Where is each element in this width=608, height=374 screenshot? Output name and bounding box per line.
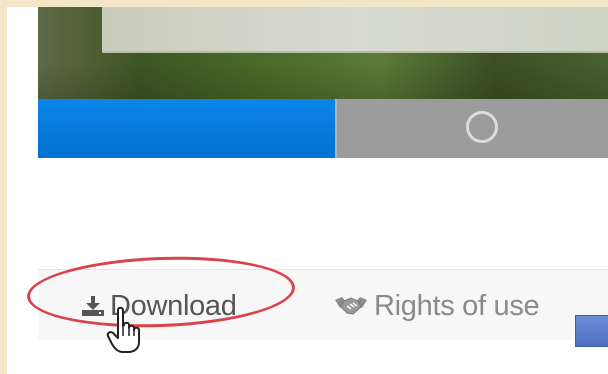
progress-fill [38,99,335,158]
hand-pointer-cursor [106,306,140,353]
image-preview-content [102,7,608,53]
left-margin [7,7,38,374]
progress-divider [335,99,337,158]
circle-icon [466,111,498,143]
handshake-icon [335,297,367,315]
content-area [38,158,608,269]
corner-button[interactable] [575,315,608,347]
rights-of-use-button[interactable]: Rights of use [334,286,540,326]
image-preview-shade [38,62,608,99]
rights-of-use-label: Rights of use [374,289,540,322]
image-preview [38,7,608,99]
progress-bar[interactable] [38,99,608,158]
